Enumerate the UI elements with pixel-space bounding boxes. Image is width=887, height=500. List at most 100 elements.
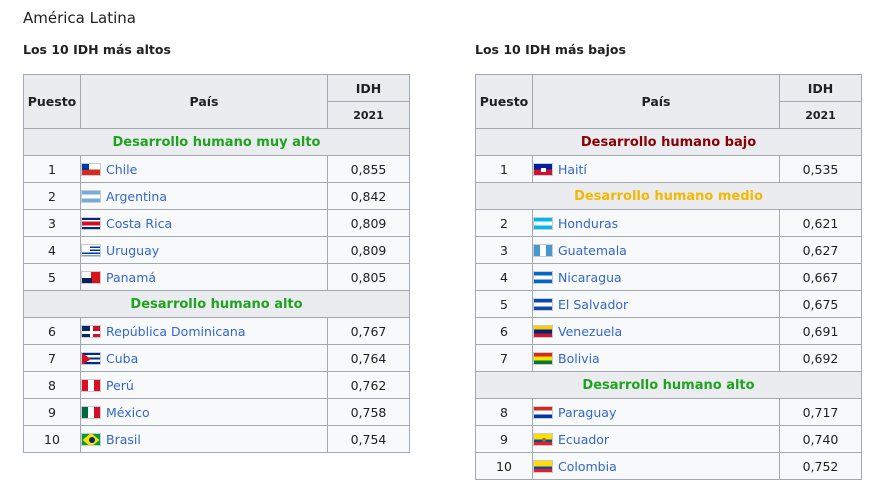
flag-paraguay-icon[interactable] xyxy=(533,405,553,419)
country-link[interactable]: Ecuador xyxy=(558,432,609,447)
header-rank[interactable]: Puesto xyxy=(475,74,533,129)
country-link[interactable]: Costa Rica xyxy=(106,216,172,231)
rank-cell: 7 xyxy=(23,344,81,372)
category-high: Desarrollo humano alto xyxy=(23,290,410,318)
table-row: 10 Brasil 0,754 xyxy=(23,425,410,453)
country-cell: Argentina xyxy=(80,182,328,210)
country-link[interactable]: Haití xyxy=(558,162,587,177)
idh-cell: 0,809 xyxy=(327,209,410,237)
left-group-high: 6 República Dominicana 0,767 7 Cuba 0,764 8 Per… xyxy=(23,317,410,453)
country-cell: Costa Rica xyxy=(80,209,328,237)
rank-cell: 8 xyxy=(475,398,533,426)
rank-cell: 6 xyxy=(475,317,533,345)
country-cell: El Salvador xyxy=(532,290,780,318)
flag-guatemala-icon[interactable] xyxy=(533,243,553,257)
country-cell: Chile xyxy=(80,155,328,183)
header-year: 2021 xyxy=(327,101,410,129)
header-rank[interactable]: Puesto xyxy=(23,74,81,129)
table-row: 3 Guatemala 0,627 xyxy=(475,236,862,264)
rank-cell: 4 xyxy=(23,236,81,264)
country-link[interactable]: México xyxy=(106,405,150,420)
rank-cell: 7 xyxy=(475,344,533,372)
flag-uruguay-icon[interactable] xyxy=(81,243,101,257)
country-link[interactable]: El Salvador xyxy=(558,297,628,312)
idh-cell: 0,621 xyxy=(779,209,862,237)
country-link[interactable]: Honduras xyxy=(558,216,618,231)
country-link[interactable]: Brasil xyxy=(106,432,141,447)
idh-cell: 0,627 xyxy=(779,236,862,264)
flag-ecuador-icon[interactable] xyxy=(533,432,553,446)
flag-dominicana-icon[interactable] xyxy=(81,324,101,338)
left-table-title: Los 10 IDH más altos xyxy=(23,42,171,57)
country-link[interactable]: Chile xyxy=(106,162,137,177)
country-link[interactable]: Guatemala xyxy=(558,243,627,258)
flag-cuba-icon[interactable] xyxy=(81,351,101,365)
country-link[interactable]: Colombia xyxy=(558,459,617,474)
flag-mexico-icon[interactable] xyxy=(81,405,101,419)
idh-cell: 0,740 xyxy=(779,425,862,453)
country-link[interactable]: Paraguay xyxy=(558,405,616,420)
table-row: 4 Nicaragua 0,667 xyxy=(475,263,862,291)
flag-honduras-icon[interactable] xyxy=(533,216,553,230)
rank-cell: 8 xyxy=(23,371,81,399)
country-cell: Venezuela xyxy=(532,317,780,345)
idh-cell: 0,855 xyxy=(327,155,410,183)
rank-cell: 10 xyxy=(475,452,533,480)
category-high: Desarrollo humano alto xyxy=(475,371,862,399)
flag-brasil-icon[interactable] xyxy=(81,432,101,446)
country-cell: Honduras xyxy=(532,209,780,237)
table-row: 5 Panamá 0,805 xyxy=(23,263,410,291)
table-row: 2 Argentina 0,842 xyxy=(23,182,410,210)
rank-cell: 4 xyxy=(475,263,533,291)
rank-cell: 5 xyxy=(23,263,81,291)
header-country[interactable]: País xyxy=(532,74,780,129)
table-row: 9 México 0,758 xyxy=(23,398,410,426)
flag-nicaragua-icon[interactable] xyxy=(533,270,553,284)
country-link[interactable]: Bolivia xyxy=(558,351,600,366)
country-link[interactable]: República Dominicana xyxy=(106,324,246,339)
flag-bolivia-icon[interactable] xyxy=(533,351,553,365)
country-link[interactable]: Nicaragua xyxy=(558,270,622,285)
rank-cell: 3 xyxy=(475,236,533,264)
country-cell: Colombia xyxy=(532,452,780,480)
idh-cell: 0,752 xyxy=(779,452,862,480)
flag-costarica-icon[interactable] xyxy=(81,216,101,230)
country-link[interactable]: Cuba xyxy=(106,351,138,366)
table-row: 8 Perú 0,762 xyxy=(23,371,410,399)
flag-venezuela-icon[interactable] xyxy=(533,324,553,338)
country-link[interactable]: Argentina xyxy=(106,189,167,204)
table-row: 8 Paraguay 0,717 xyxy=(475,398,862,426)
flag-colombia-icon[interactable] xyxy=(533,459,553,473)
country-cell: Ecuador xyxy=(532,425,780,453)
right-group-high: 8 Paraguay 0,717 9 Ecuador 0,740 10 Colombia 0,7… xyxy=(475,398,862,480)
header-country[interactable]: País xyxy=(80,74,328,129)
flag-argentina-icon[interactable] xyxy=(81,189,101,203)
rank-cell: 5 xyxy=(475,290,533,318)
country-cell: Perú xyxy=(80,371,328,399)
country-cell: Panamá xyxy=(80,263,328,291)
rank-cell: 9 xyxy=(23,398,81,426)
country-link[interactable]: Panamá xyxy=(106,270,156,285)
highest-idh-table: Puesto País IDH 2021 Desarrollo humano m… xyxy=(23,74,410,453)
idh-cell: 0,758 xyxy=(327,398,410,426)
flag-panama-icon[interactable] xyxy=(81,270,101,284)
country-link[interactable]: Uruguay xyxy=(106,243,159,258)
left-group-very-high: 1 Chile 0,855 2 Argentina 0,842 3 Costa Rica 0,8… xyxy=(23,155,410,291)
flag-peru-icon[interactable] xyxy=(81,378,101,392)
table-row: 9 Ecuador 0,740 xyxy=(475,425,862,453)
header-idh[interactable]: IDH xyxy=(327,74,410,102)
header-idh[interactable]: IDH xyxy=(779,74,862,102)
rank-cell: 9 xyxy=(475,425,533,453)
flag-haiti-icon[interactable] xyxy=(533,162,553,176)
idh-cell: 0,754 xyxy=(327,425,410,453)
table-row: 1 Haití 0,535 xyxy=(475,155,862,183)
country-link[interactable]: Venezuela xyxy=(558,324,622,339)
country-cell: México xyxy=(80,398,328,426)
country-cell: Bolivia xyxy=(532,344,780,372)
country-link[interactable]: Perú xyxy=(106,378,134,393)
flag-elsalvador-icon[interactable] xyxy=(533,297,553,311)
country-cell: Guatemala xyxy=(532,236,780,264)
idh-cell: 0,842 xyxy=(327,182,410,210)
country-cell: Brasil xyxy=(80,425,328,453)
flag-chile-icon[interactable] xyxy=(81,162,101,176)
